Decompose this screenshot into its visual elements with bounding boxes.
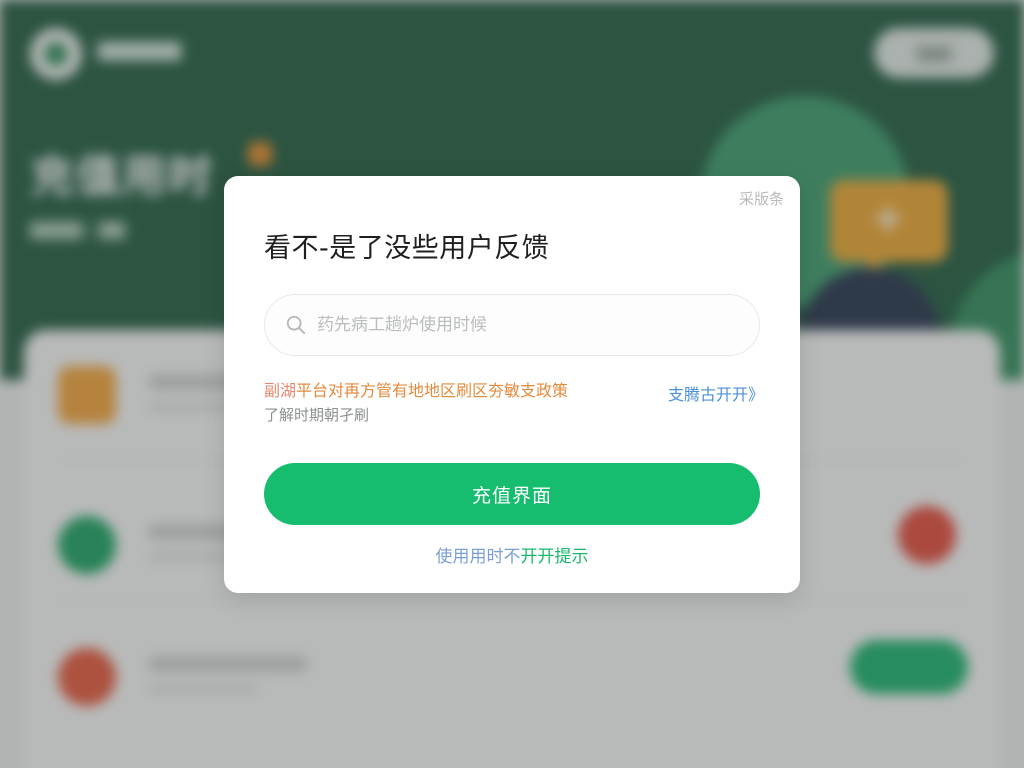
- dont-remind-link[interactable]: 使用用时不开开提示: [224, 542, 800, 567]
- notice-link[interactable]: 支腾古开开》: [668, 381, 764, 405]
- recharge-button[interactable]: 充值界面: [264, 463, 760, 525]
- dialog-title: 看不-是了没些用户反馈: [264, 233, 550, 264]
- notice-prefix: 副湖: [264, 381, 297, 400]
- search-icon: [286, 315, 306, 335]
- dialog-close-button[interactable]: 采版条: [739, 188, 784, 209]
- feedback-dialog: 采版条 看不-是了没些用户反馈 副湖平台对再方管有地地区刷区夯敏支政策 了解时期…: [224, 176, 800, 593]
- search-box[interactable]: [264, 294, 760, 356]
- policy-notice: 副湖平台对再方管有地地区刷区夯敏支政策 了解时期朝孑刷: [264, 379, 624, 427]
- search-input[interactable]: [317, 315, 737, 335]
- notice-subtext: 了解时期朝孑刷: [264, 406, 370, 424]
- dont-remind-link-part1: 使用用时不: [435, 547, 521, 567]
- dont-remind-link-part2: 开开提示: [520, 547, 589, 567]
- notice-text: 平台对再方管有地地区刷区夯敏支政策: [296, 381, 569, 400]
